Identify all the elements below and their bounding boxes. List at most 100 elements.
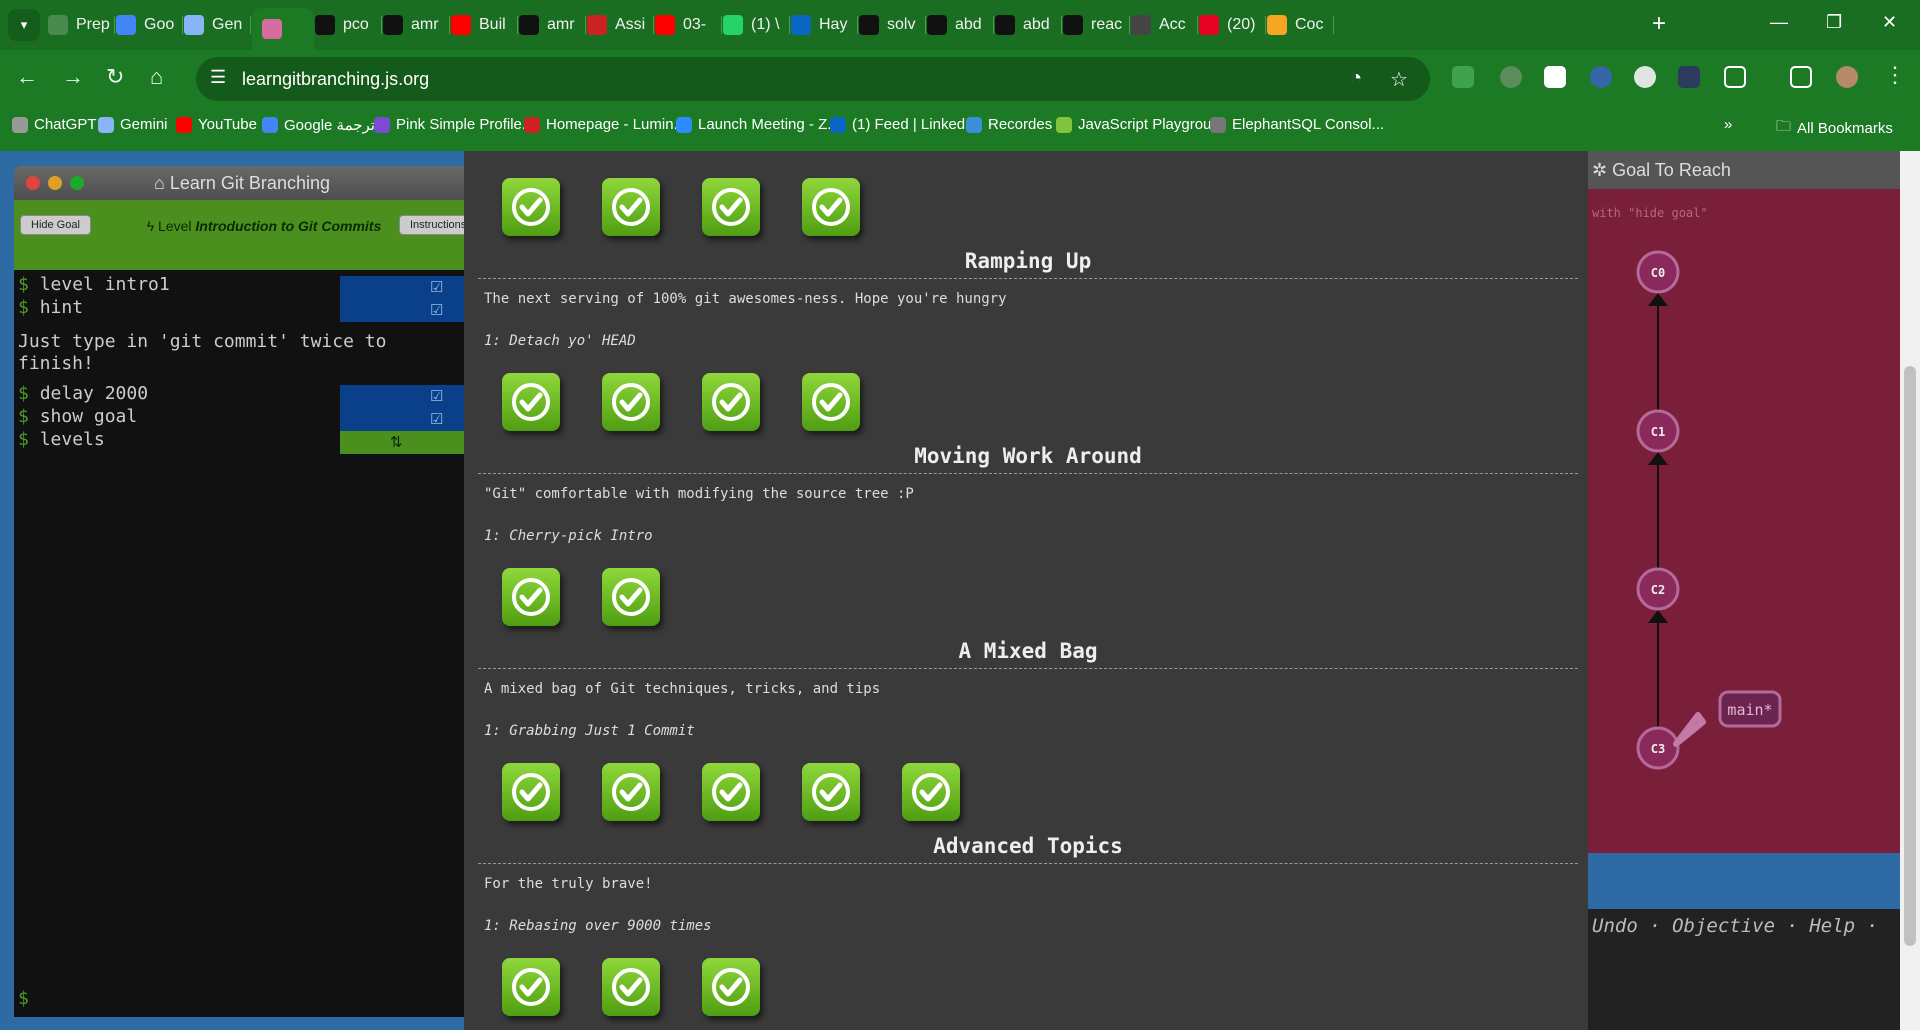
tab[interactable]: Assi <box>587 8 654 42</box>
bookmark-item[interactable]: Launch Meeting - Z... <box>676 116 840 133</box>
level-complete-button[interactable] <box>502 178 560 236</box>
restore-button[interactable]: ❐ <box>1826 12 1842 33</box>
close-window-button[interactable]: ✕ <box>1882 12 1897 33</box>
site-info-icon[interactable]: ☰ <box>210 67 226 88</box>
level-complete-button[interactable] <box>702 763 760 821</box>
section-title: Ramping Up <box>478 249 1578 279</box>
terminal-title-bar: ⌂ Learn Git Branching <box>14 166 470 200</box>
bookmark-icon <box>262 117 278 133</box>
tab[interactable]: amr <box>383 8 450 42</box>
level-complete-button[interactable] <box>902 763 960 821</box>
tab-search-button[interactable]: ▾ <box>8 9 40 41</box>
tab[interactable]: solv <box>859 8 926 42</box>
reload-icon[interactable]: ↻ <box>106 64 124 90</box>
bookmark-item[interactable]: ChatGPT <box>12 116 97 133</box>
level-complete-button[interactable] <box>602 178 660 236</box>
tab[interactable]: Acc <box>1131 8 1198 42</box>
extension-b-icon[interactable] <box>1544 66 1566 88</box>
tab-label: Buil <box>479 16 506 33</box>
tab[interactable]: Goo <box>116 8 183 42</box>
scrollbar-thumb[interactable] <box>1904 366 1916 946</box>
tab[interactable]: reac <box>1063 8 1130 42</box>
tab-active[interactable]: ✕ <box>252 8 314 50</box>
tab[interactable]: amr <box>519 8 586 42</box>
tab[interactable]: (20) <box>1199 8 1266 42</box>
avatar[interactable] <box>1836 66 1858 88</box>
level-complete-button[interactable] <box>802 373 860 431</box>
bookmark-item[interactable]: (1) Feed | LinkedIn <box>830 116 978 133</box>
home-icon[interactable]: ⌂ <box>150 64 163 90</box>
extension-icon[interactable] <box>1678 66 1700 88</box>
performance-icon[interactable]: ◔ <box>1350 67 1362 90</box>
bookmarks-overflow-button[interactable]: » <box>1724 116 1732 133</box>
extension-icon[interactable] <box>1634 66 1656 88</box>
level-complete-button[interactable] <box>702 958 760 1016</box>
extension-icon[interactable] <box>1452 66 1474 88</box>
new-tab-button[interactable]: + <box>1652 10 1666 38</box>
tab[interactable]: pco <box>315 8 382 42</box>
goal-title-bar: ✲ Goal To Reach <box>1588 151 1900 189</box>
bookmark-item[interactable]: Pink Simple Profile... <box>374 116 534 133</box>
tab[interactable]: Prep <box>48 8 115 42</box>
level-title: ϟ Level Introduction to Git Commits <box>146 218 382 234</box>
level-complete-button[interactable] <box>502 568 560 626</box>
level-complete-button[interactable] <box>502 958 560 1016</box>
back-icon[interactable]: ← <box>16 64 38 90</box>
tab[interactable]: 03- <box>655 8 722 42</box>
bookmark-label: Gemini <box>120 116 168 133</box>
level-row <box>502 568 660 626</box>
gear-icon: ✲ <box>1592 160 1608 180</box>
close-tab-icon[interactable]: ✕ <box>312 19 314 40</box>
tab[interactable]: abd <box>927 8 994 42</box>
terminal-message: Just type in 'git commit' twice to finis… <box>18 331 387 374</box>
tab[interactable]: abd <box>995 8 1062 42</box>
bookmark-item[interactable]: ElephantSQL Consol... <box>1210 116 1384 133</box>
bookmark-item[interactable]: Homepage - Lumin... <box>524 116 686 133</box>
tab[interactable]: Gen <box>184 8 251 42</box>
command-prompt[interactable]: $ <box>18 988 29 1009</box>
help-links[interactable]: Undo · Objective · Help · <box>1592 915 1878 937</box>
bookmark-item[interactable]: Gemini <box>98 116 168 133</box>
level-row <box>502 958 760 1016</box>
command-status: ⇅ <box>340 431 470 454</box>
scrollbar[interactable] <box>1900 151 1920 1030</box>
level-complete-button[interactable] <box>502 763 560 821</box>
tab[interactable]: (1) \ <box>723 8 790 42</box>
bookmark-item[interactable]: Recordes <box>966 116 1052 133</box>
mic-icon[interactable] <box>1500 66 1522 88</box>
commit-label: C0 <box>1651 266 1665 280</box>
puzzle-icon[interactable] <box>1724 66 1746 88</box>
first-level-name: 1: Grabbing Just 1 Commit <box>484 723 695 739</box>
level-complete-button[interactable] <box>802 178 860 236</box>
level-complete-button[interactable] <box>602 763 660 821</box>
level-complete-button[interactable] <box>602 373 660 431</box>
tab[interactable]: Coc <box>1267 8 1334 42</box>
bookmarks-bar: ChatGPT Gemini YouTube Google ترجمة Pink Sim… <box>0 108 1920 144</box>
menu-icon[interactable]: ⋮ <box>1884 62 1906 88</box>
tab[interactable]: Hay <box>791 8 858 42</box>
minimize-button[interactable]: — <box>1770 12 1788 33</box>
address-bar[interactable]: ☰ learngitbranching.js.org ◔ ☆ <box>196 57 1430 101</box>
all-bookmarks-button[interactable]: 🗀 All Bookmarks <box>1776 116 1893 141</box>
terminal-command: $ levels <box>18 429 105 450</box>
level-complete-button[interactable] <box>602 958 660 1016</box>
level-complete-button[interactable] <box>702 178 760 236</box>
bookmark-star-icon[interactable]: ☆ <box>1390 67 1408 92</box>
level-complete-button[interactable] <box>602 568 660 626</box>
bookmark-item[interactable]: JavaScript Playgrou... <box>1056 116 1224 133</box>
level-complete-button[interactable] <box>802 763 860 821</box>
tab-label: amr <box>547 16 575 33</box>
bookmark-item[interactable]: Google ترجمة <box>262 116 375 134</box>
levels-modal: Ramping Up The next serving of 100% git a… <box>464 151 1588 1030</box>
hide-goal-button[interactable]: Hide Goal <box>20 215 91 235</box>
extension-icon[interactable] <box>1590 66 1612 88</box>
tab[interactable]: Buil <box>451 8 518 42</box>
level-complete-button[interactable] <box>502 373 560 431</box>
bookmark-item[interactable]: YouTube <box>176 116 257 133</box>
tab-favicon <box>995 15 1015 35</box>
commit-label: C2 <box>1651 583 1665 597</box>
branch-pointer <box>1673 712 1706 747</box>
side-panel-icon[interactable] <box>1790 66 1812 88</box>
level-complete-button[interactable] <box>702 373 760 431</box>
forward-icon[interactable]: → <box>62 64 84 90</box>
